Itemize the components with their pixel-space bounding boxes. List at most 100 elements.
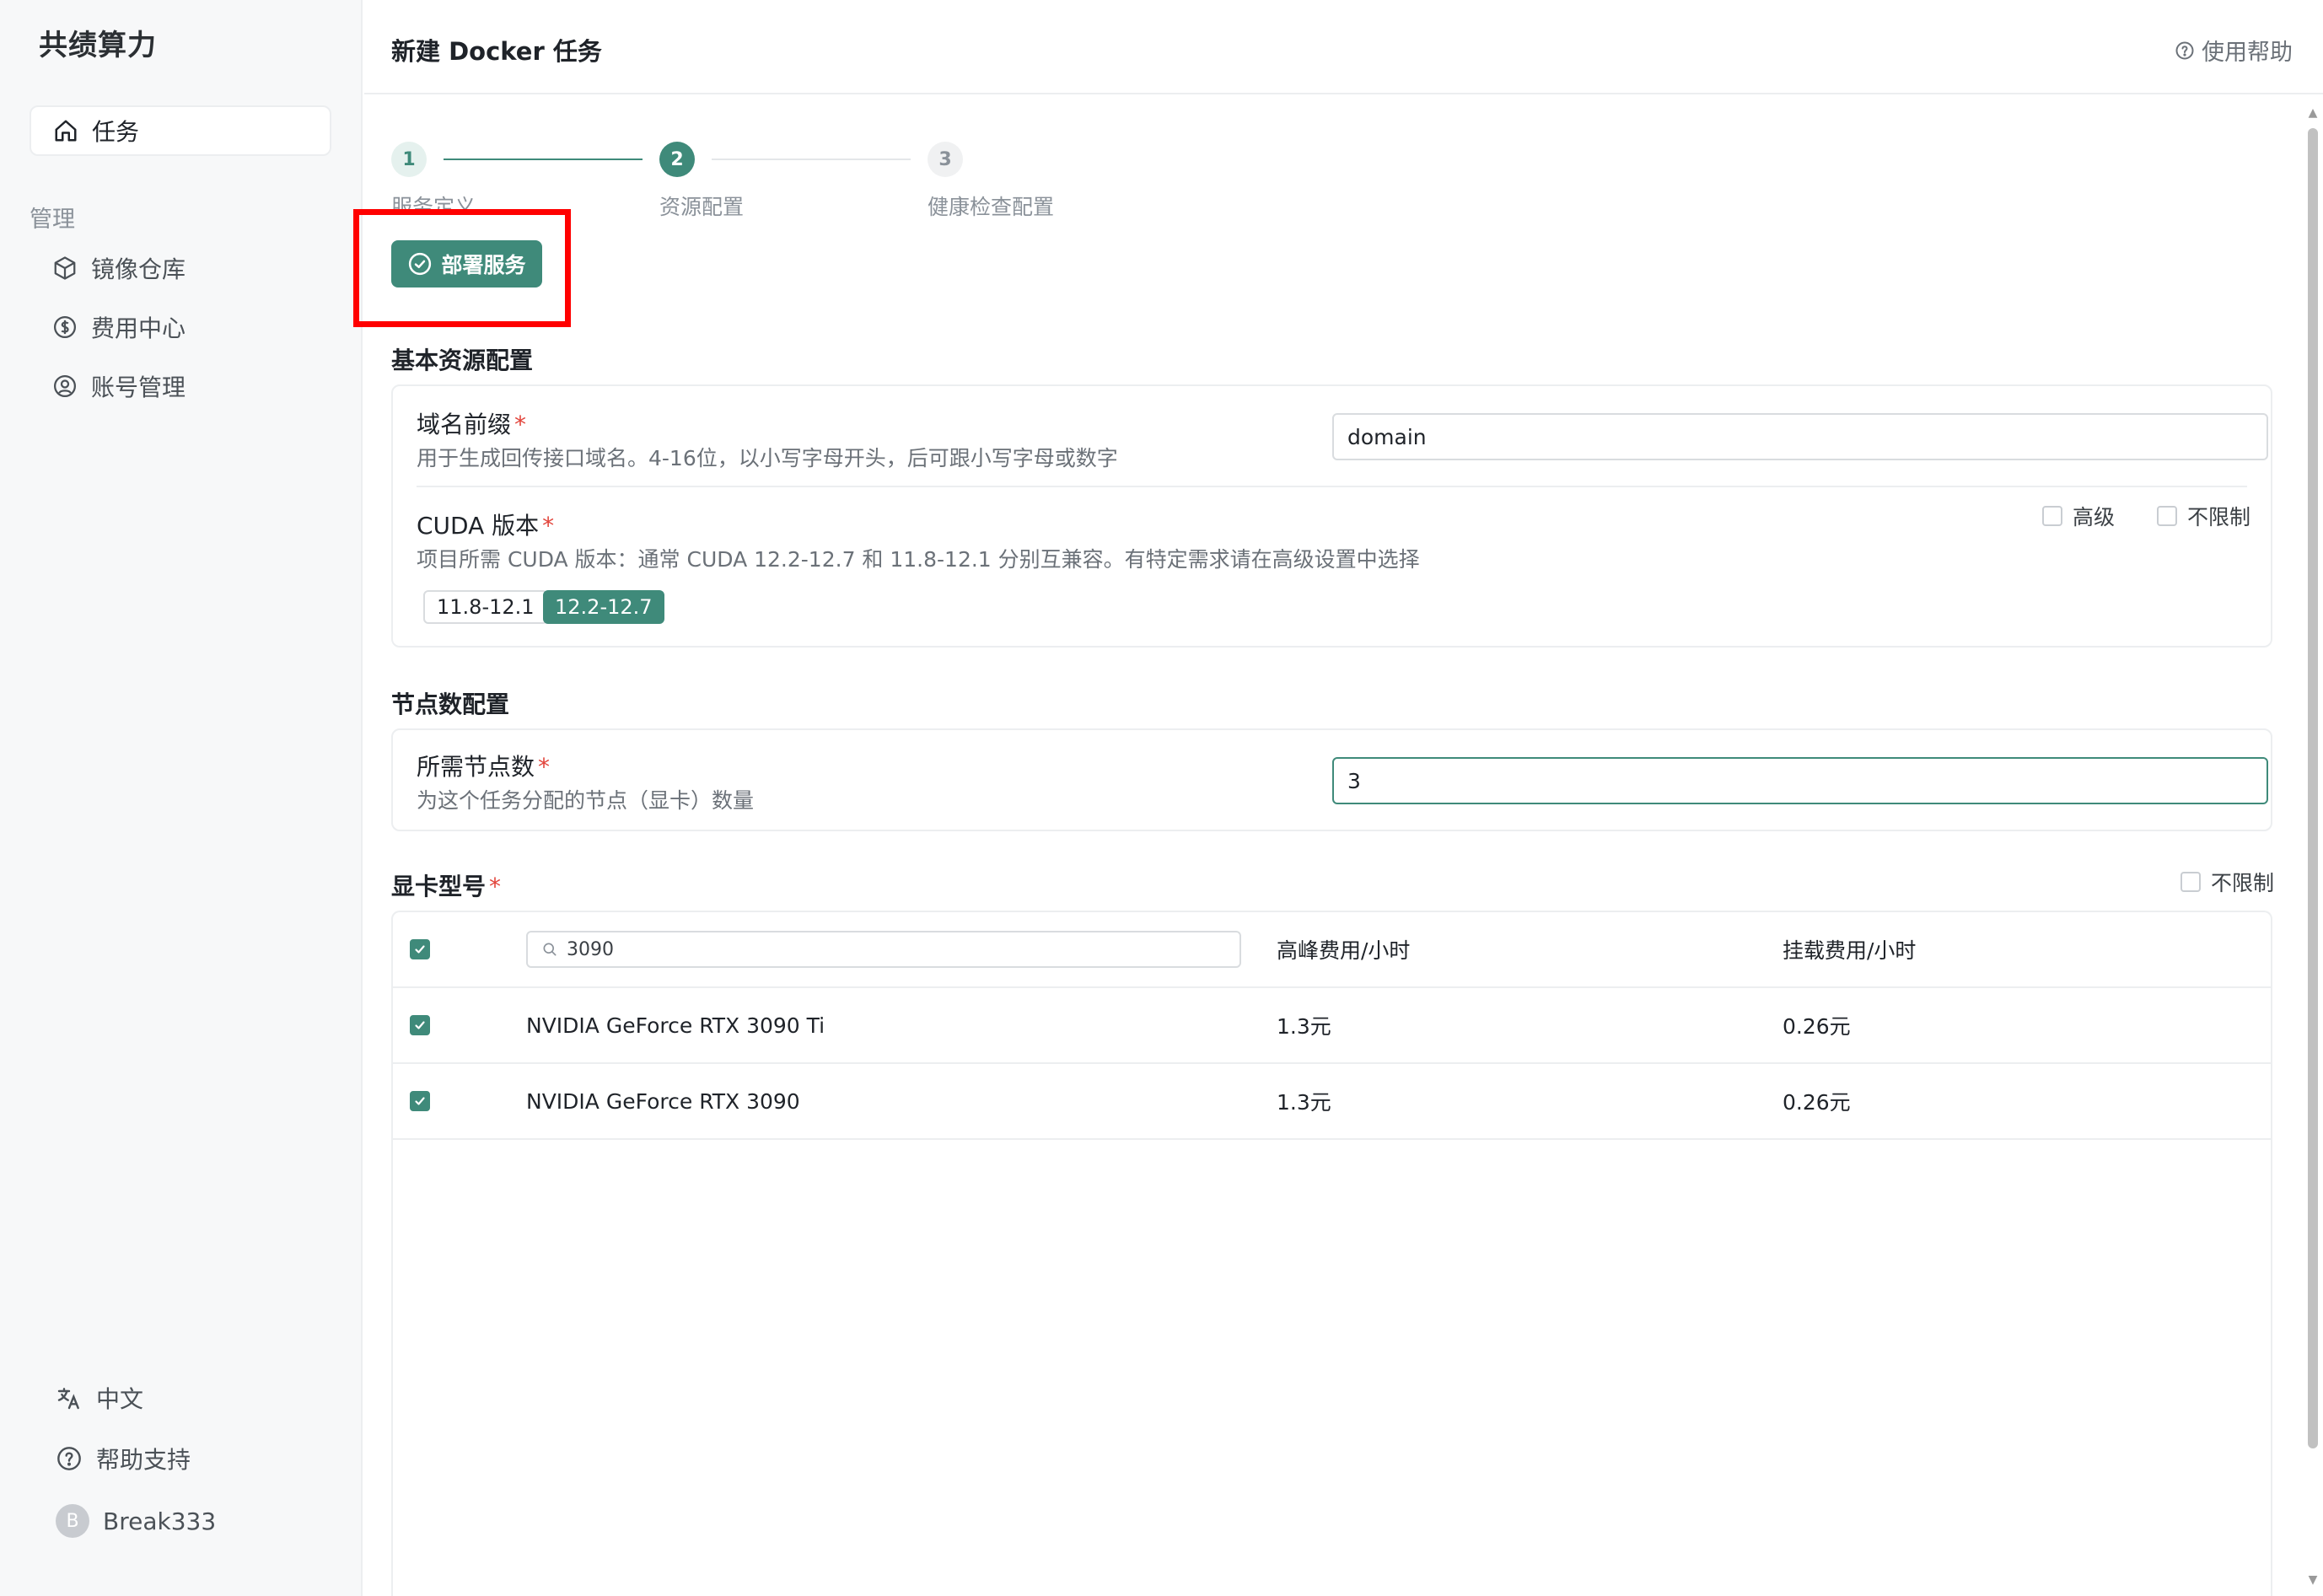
cuda-version-description: 项目所需 CUDA 版本：通常 CUDA 12.2-12.7 和 11.8-12…	[417, 547, 1420, 572]
gpu-peak-cost: 1.3元	[1277, 1014, 1331, 1039]
checkbox-box[interactable]	[2157, 506, 2177, 526]
required-mark: *	[542, 512, 555, 540]
domain-prefix-input[interactable]: domain	[1332, 413, 2268, 460]
column-header-peak-cost: 高峰费用/小时	[1277, 938, 1411, 963]
domain-prefix-description: 用于生成回传接口域名。4-16位，以小写字母开头，后可跟小写字母或数字	[417, 446, 1118, 470]
node-config-title: 节点数配置	[391, 691, 510, 718]
step-connector	[444, 159, 643, 160]
check-icon	[415, 1021, 425, 1029]
checkbox-label: 不限制	[2187, 505, 2251, 529]
step-3-label: 健康检查配置	[928, 195, 1055, 219]
sidebar-item-tasks[interactable]: 任务	[30, 105, 331, 156]
checkbox-box[interactable]	[2042, 506, 2062, 526]
gpu-mount-cost: 0.26元	[1783, 1014, 1851, 1039]
help-support-link[interactable]: 帮助支持	[56, 1442, 191, 1475]
user-circle-icon	[54, 375, 76, 397]
checkbox-label: 不限制	[2211, 871, 2275, 895]
check-circle-icon	[409, 252, 432, 276]
cuda-advanced-checkbox[interactable]: 高级	[2042, 501, 2115, 531]
avatar: B	[56, 1504, 89, 1538]
checkbox-box[interactable]	[2181, 872, 2201, 892]
scroll-up-icon[interactable]: ▲	[2306, 106, 2320, 120]
gpu-name: NVIDIA GeForce RTX 3090	[526, 1088, 800, 1114]
step-2-label: 资源配置	[659, 195, 745, 219]
scrollbar-thumb[interactable]	[2308, 128, 2318, 1448]
sidebar-item-account[interactable]: 账号管理	[52, 369, 186, 403]
page-header: 新建 Docker 任务 使用帮助	[364, 0, 2323, 94]
required-mark: *	[514, 411, 527, 438]
deploy-service-label: 部署服务	[441, 253, 526, 277]
gpu-model-title-text: 显卡型号	[391, 873, 487, 900]
table-header-row: 3090 高峰费用/小时 挂载费用/小时	[393, 912, 2271, 988]
gpu-search-value: 3090	[567, 938, 614, 960]
scroll-down-icon[interactable]: ▼	[2306, 1573, 2320, 1587]
select-all-checkbox[interactable]	[410, 939, 430, 959]
domain-prefix-label-text: 域名前缀	[417, 411, 512, 438]
domain-prefix-label: 域名前缀 *	[417, 406, 526, 440]
select-all-cell	[410, 912, 440, 986]
node-count-description: 为这个任务分配的节点（显卡）数量	[417, 788, 755, 813]
required-mark: *	[538, 753, 551, 781]
divider	[417, 486, 2247, 487]
sidebar-item-label: 账号管理	[91, 373, 186, 401]
search-icon	[543, 943, 557, 956]
sidebar: 共绩算力 任务 管理 镜像仓库 费用中心 账号管理 中文 帮助支持 B Brea…	[0, 0, 363, 1596]
usage-help-label: 使用帮助	[2202, 40, 2293, 66]
sidebar-item-image-registry[interactable]: 镜像仓库	[52, 251, 186, 285]
node-count-label: 所需节点数 *	[417, 749, 550, 782]
row-checkbox[interactable]	[410, 1091, 430, 1111]
help-circle-icon	[57, 1447, 81, 1470]
dollar-icon	[54, 316, 76, 338]
box-icon	[54, 256, 76, 280]
page-title: 新建 Docker 任务	[391, 37, 602, 66]
home-icon	[55, 120, 77, 142]
basic-resources-title: 基本资源配置	[391, 347, 534, 374]
row-checkbox[interactable]	[410, 1015, 430, 1035]
step-1-circle: 1	[391, 142, 427, 177]
cuda-option-12-2[interactable]: 12.2-12.7	[543, 590, 664, 624]
deploy-service-button[interactable]: 部署服务	[391, 240, 542, 287]
step-3-circle: 3	[928, 142, 963, 177]
username: Break333	[103, 1507, 217, 1535]
help-circle-icon	[2175, 41, 2194, 59]
check-icon	[415, 945, 425, 954]
table-row[interactable]: NVIDIA GeForce RTX 3090 Ti 1.3元 0.26元	[393, 988, 2271, 1064]
language-switch[interactable]: 中文	[56, 1381, 143, 1415]
cuda-version-label-text: CUDA 版本	[417, 512, 540, 540]
node-config-card: 所需节点数 * 为这个任务分配的节点（显卡）数量 3	[391, 728, 2272, 831]
basic-resources-card: 域名前缀 * 用于生成回传接口域名。4-16位，以小写字母开头，后可跟小写字母或数…	[391, 384, 2272, 648]
step-connector	[712, 159, 911, 160]
language-label: 中文	[96, 1385, 144, 1413]
row-select-cell	[410, 988, 440, 1062]
brand-logo: 共绩算力	[39, 29, 157, 62]
translate-icon	[57, 1388, 79, 1410]
usage-help-link[interactable]: 使用帮助	[2175, 34, 2293, 67]
gpu-search-input[interactable]: 3090	[526, 931, 1241, 968]
page-scrollbar[interactable]: ▲ ▼	[2306, 106, 2320, 1587]
cuda-option-11-8[interactable]: 11.8-12.1	[423, 590, 548, 624]
check-icon	[415, 1097, 425, 1105]
sidebar-item-billing[interactable]: 费用中心	[52, 310, 186, 344]
sidebar-section-label: 管理	[30, 207, 75, 233]
help-support-label: 帮助支持	[96, 1446, 191, 1474]
gpu-model-title: 显卡型号 *	[391, 868, 501, 902]
user-profile[interactable]: B Break333	[56, 1504, 216, 1538]
required-mark: *	[489, 873, 502, 900]
gpu-name: NVIDIA GeForce RTX 3090 Ti	[526, 1013, 825, 1038]
sidebar-item-label: 镜像仓库	[91, 255, 186, 283]
gpu-unlimited-checkbox[interactable]: 不限制	[2181, 867, 2274, 897]
step-2-circle: 2	[659, 142, 695, 177]
cuda-version-label: CUDA 版本 *	[417, 508, 554, 541]
sidebar-item-label: 任务	[92, 118, 140, 146]
cuda-unlimited-checkbox[interactable]: 不限制	[2157, 501, 2250, 531]
table-row[interactable]: NVIDIA GeForce RTX 3090 1.3元 0.26元	[393, 1064, 2271, 1140]
checkbox-label: 高级	[2073, 505, 2116, 529]
gpu-mount-cost: 0.26元	[1783, 1090, 1851, 1115]
node-count-label-text: 所需节点数	[417, 753, 535, 781]
gpu-peak-cost: 1.3元	[1277, 1090, 1331, 1115]
row-select-cell	[410, 1064, 440, 1138]
node-count-input[interactable]: 3	[1332, 757, 2268, 804]
column-header-mount-cost: 挂载费用/小时	[1783, 938, 1917, 963]
sidebar-item-label: 费用中心	[91, 314, 186, 342]
gpu-table: 3090 高峰费用/小时 挂载费用/小时 NVIDIA GeForce RTX …	[391, 911, 2272, 1596]
